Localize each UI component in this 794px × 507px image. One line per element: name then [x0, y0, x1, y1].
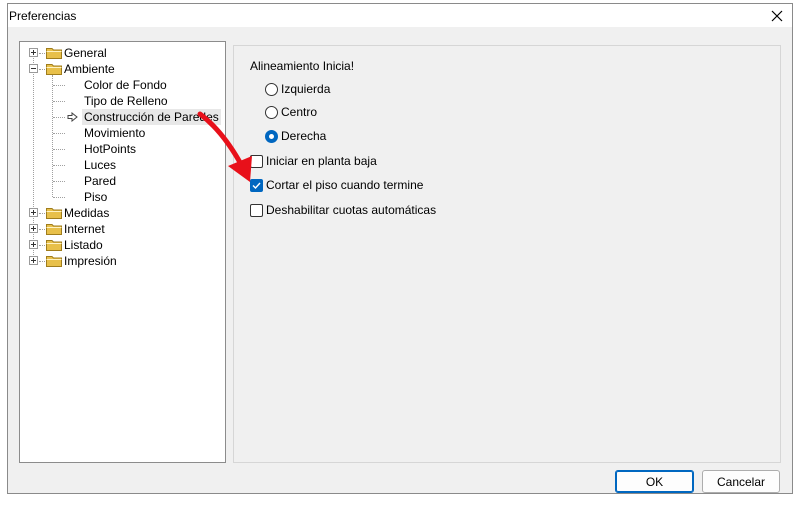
tree-branch-line — [39, 213, 45, 214]
tree-item[interactable]: Impresión — [20, 253, 225, 269]
folder-icon — [46, 64, 62, 75]
folder-icon — [46, 256, 62, 267]
tree-item-label: Impresión — [64, 254, 117, 268]
radio-centro-label: Centro — [281, 105, 318, 119]
tree-item[interactable]: Pared — [20, 173, 225, 189]
radio-derecha[interactable] — [265, 130, 278, 143]
tree-item[interactable]: Luces — [20, 157, 225, 173]
expand-icon[interactable] — [29, 240, 38, 249]
tree-item-label: Color de Fondo — [84, 78, 167, 92]
tree-item[interactable]: Color de Fondo — [20, 77, 225, 93]
radio-centro[interactable] — [265, 106, 278, 119]
folder-icon — [46, 224, 62, 235]
tree-item-label: Medidas — [64, 206, 110, 220]
close-button[interactable] — [766, 5, 788, 27]
tree-item[interactable]: General — [20, 45, 225, 61]
checkbox-iniciar-planta-baja[interactable] — [250, 155, 263, 168]
tree-item-label: Pared — [84, 174, 117, 188]
checkbox-deshabilitar-cuotas-label: Deshabilitar cuotas automáticas — [266, 203, 437, 217]
tree-item-label: Movimiento — [84, 126, 146, 140]
checkbox-cortar-piso-label: Cortar el piso cuando termine — [266, 178, 424, 192]
tree-item-label: Luces — [84, 158, 117, 172]
tree-branch-line — [53, 149, 65, 150]
checkbox-iniciar-planta-baja-label: Iniciar en planta baja — [266, 154, 377, 168]
tree-branch-line — [53, 197, 65, 198]
tree-item[interactable]: Movimiento — [20, 125, 225, 141]
tree-item-label: Internet — [64, 222, 105, 236]
expand-icon[interactable] — [29, 48, 38, 57]
window-title: Preferencias — [9, 9, 77, 23]
tree-item-label: Ambiente — [64, 62, 115, 76]
expand-icon[interactable] — [29, 224, 38, 233]
tree-item[interactable]: Medidas — [20, 205, 225, 221]
tree-branch-line — [53, 165, 65, 166]
tree-branch-line — [39, 53, 45, 54]
tree-item-label: HotPoints — [84, 142, 137, 156]
tree-item-label-selected: Construcción de Paredes — [82, 109, 221, 125]
close-icon — [771, 10, 783, 22]
tree-branch-line — [53, 117, 65, 118]
tree-branch-line — [53, 101, 65, 102]
checkbox-cortar-piso[interactable] — [250, 179, 263, 192]
expand-icon[interactable] — [29, 256, 38, 265]
tree-item[interactable]: Piso — [20, 189, 225, 205]
tree-item[interactable]: Tipo de Relleno — [20, 93, 225, 109]
cancel-button[interactable]: Cancelar — [702, 470, 780, 493]
preferences-dialog: Preferencias General Ambiente Color de Fon… — [7, 3, 793, 494]
tree-branch-line — [39, 261, 45, 262]
tree-item[interactable]: HotPoints — [20, 141, 225, 157]
radio-izquierda[interactable] — [265, 83, 278, 96]
ok-button[interactable]: OK — [615, 470, 694, 493]
tree-branch-line — [53, 181, 65, 182]
checkmark-icon — [252, 182, 261, 190]
alignment-group-title: Alineamiento Inicia! — [250, 59, 355, 73]
settings-panel: Alineamiento Inicia! Izquierda Centro De… — [233, 45, 781, 463]
title-bar: Preferencias — [8, 4, 792, 28]
tree-branch-line — [39, 245, 45, 246]
tree-branch-line — [39, 69, 45, 70]
selected-arrow-icon — [67, 112, 78, 122]
tree-item[interactable]: Internet — [20, 221, 225, 237]
expand-icon[interactable] — [29, 208, 38, 217]
folder-icon — [46, 208, 62, 219]
folder-icon — [46, 240, 62, 251]
checkbox-deshabilitar-cuotas[interactable] — [250, 204, 263, 217]
tree-item-label: Piso — [84, 190, 108, 204]
tree-branch-line — [53, 85, 65, 86]
tree-item-label: General — [64, 46, 107, 60]
tree-view: General Ambiente Color de Fondo Tipo de Rel… — [20, 42, 225, 462]
tree-branch-line — [39, 229, 45, 230]
radio-derecha-label: Derecha — [281, 129, 327, 143]
tree-item[interactable]: Listado — [20, 237, 225, 253]
tree-item[interactable]: Ambiente — [20, 61, 225, 77]
tree-item-label: Tipo de Relleno — [84, 94, 168, 108]
tree-item-label: Listado — [64, 238, 103, 252]
preferences-tree[interactable]: General Ambiente Color de Fondo Tipo de Rel… — [19, 41, 226, 463]
collapse-icon[interactable] — [29, 64, 38, 73]
tree-branch-line — [53, 133, 65, 134]
tree-item[interactable]: Construcción de Paredes — [20, 109, 225, 125]
radio-izquierda-label: Izquierda — [281, 82, 331, 96]
folder-icon — [46, 48, 62, 59]
